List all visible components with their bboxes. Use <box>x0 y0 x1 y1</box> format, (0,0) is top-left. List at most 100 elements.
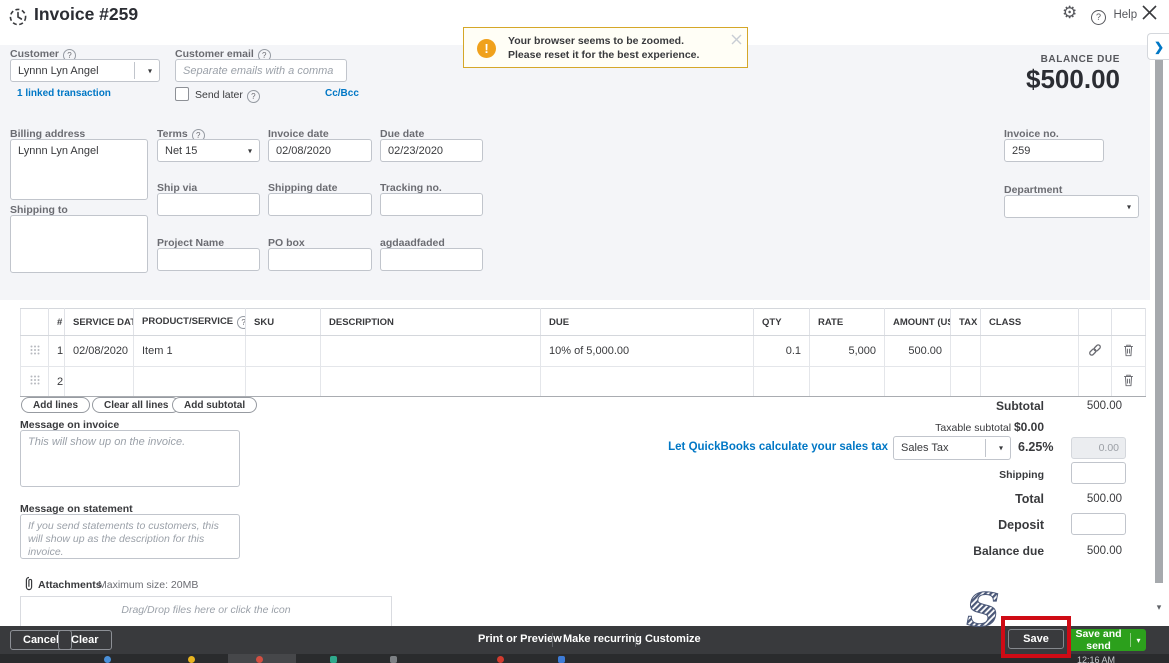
send-later-label: Send later? <box>195 89 260 103</box>
customize-button[interactable]: Customize <box>645 633 701 645</box>
banner-line1: Your browser seems to be zoomed. <box>508 35 685 47</box>
attachments-max-size: Maximum size: 20MB <box>98 579 199 591</box>
sales-tax-select[interactable]: Sales Tax ▾ <box>893 436 1011 460</box>
col-sku: SKU <box>245 308 321 336</box>
drag-handle-icon[interactable] <box>20 335 49 367</box>
delete-row-icon[interactable] <box>1111 366 1146 397</box>
shipping-input[interactable] <box>1071 462 1126 484</box>
cell-tax[interactable] <box>950 366 981 397</box>
drag-handle-icon[interactable] <box>20 366 49 397</box>
chevron-down-icon: ▾ <box>147 66 152 75</box>
cc-bcc-link[interactable]: Cc/Bcc <box>325 88 359 99</box>
scrollbar-down-arrow[interactable]: ▾ <box>1154 602 1164 613</box>
custom-field-input[interactable] <box>380 248 483 271</box>
cell-description[interactable] <box>320 366 541 397</box>
col-num: # <box>48 308 65 336</box>
tax-rate: 6.25% <box>1018 440 1054 454</box>
project-name-input[interactable] <box>157 248 260 271</box>
ship-via-input[interactable] <box>157 193 260 216</box>
save-and-send-button[interactable]: Save and send ▾ <box>1067 628 1146 652</box>
footer-divider <box>552 633 553 647</box>
col-description: DESCRIPTION <box>320 308 541 336</box>
table-row: 2 <box>20 366 1146 397</box>
footer-divider <box>635 633 636 647</box>
sales-tax-link[interactable]: Let QuickBooks calculate your sales tax <box>668 441 888 453</box>
help-icon[interactable]: ? <box>237 315 245 329</box>
close-icon[interactable] <box>1141 4 1158 26</box>
print-preview-button[interactable]: Print or Preview <box>478 633 562 645</box>
table-row: 1 02/08/2020 Item 1 10% of 5,000.00 0.1 … <box>20 335 1146 367</box>
shipping-label: Shipping <box>999 469 1044 481</box>
cell-amount[interactable] <box>884 366 951 397</box>
cell-due[interactable]: 10% of 5,000.00 <box>540 335 754 367</box>
attachments-dropzone[interactable]: Drag/Drop files here or click the icon <box>20 596 392 630</box>
expand-panel-button[interactable]: ❯ <box>1147 33 1169 60</box>
cell-service-date[interactable]: 02/08/2020 <box>64 335 134 367</box>
link-transaction-icon[interactable] <box>1078 335 1112 367</box>
customer-select[interactable]: Lynnn Lyn Angel ▾ <box>10 59 160 82</box>
help-button[interactable]: ? Help <box>1091 7 1137 25</box>
cell-description[interactable] <box>320 335 541 367</box>
deposit-input[interactable] <box>1071 513 1126 535</box>
cell-qty[interactable]: 0.1 <box>753 335 810 367</box>
terms-select[interactable]: Net 15 ▾ <box>157 139 260 162</box>
help-label: Help <box>1113 9 1138 21</box>
taskbar-app-icon[interactable] <box>497 656 504 663</box>
cell-due[interactable] <box>540 366 754 397</box>
shipping-to-textarea[interactable] <box>10 215 148 273</box>
help-icon[interactable]: ? <box>246 90 260 103</box>
taskbar-app-icon[interactable] <box>104 656 111 663</box>
invoice-editor: Invoice #259 ⚙ ? Help ! Your browser see… <box>0 0 1169 663</box>
tracking-no-input[interactable] <box>380 193 483 216</box>
cell-rate[interactable]: 5,000 <box>809 335 885 367</box>
customer-email-input[interactable]: Separate emails with a comma <box>175 59 347 82</box>
cell-sku[interactable] <box>245 366 321 397</box>
cell-product[interactable] <box>133 366 246 397</box>
taskbar-app-icon[interactable] <box>558 656 565 663</box>
cell-tax[interactable] <box>950 335 981 367</box>
taskbar-app-icon[interactable] <box>188 656 195 663</box>
chevron-down-icon: ▾ <box>1126 202 1131 211</box>
cell-qty[interactable] <box>753 366 810 397</box>
cell-sku[interactable] <box>245 335 321 367</box>
subtotal-value: 500.00 <box>1086 400 1122 412</box>
cell-class[interactable] <box>980 335 1079 367</box>
annotation-cursor-mark: S <box>963 583 1005 641</box>
cell-rate[interactable] <box>809 366 885 397</box>
invoice-no-input[interactable]: 259 <box>1004 139 1104 162</box>
add-lines-button[interactable]: Add lines <box>21 397 91 413</box>
shipping-date-input[interactable] <box>268 193 372 216</box>
banner-close-icon[interactable] <box>731 32 742 50</box>
taskbar-app-icon[interactable] <box>390 656 397 663</box>
message-on-invoice-textarea[interactable]: This will show up on the invoice. <box>20 430 240 487</box>
send-later-checkbox[interactable] <box>175 87 189 101</box>
chevron-down-icon[interactable]: ▾ <box>1131 636 1146 645</box>
taskbar-app-icon[interactable] <box>330 656 337 663</box>
invoice-date-input[interactable]: 02/08/2020 <box>268 139 372 162</box>
make-recurring-button[interactable]: Make recurring <box>563 633 642 645</box>
scrollbar-thumb[interactable] <box>1155 58 1163 583</box>
message-on-statement-textarea[interactable]: If you send statements to customers, thi… <box>20 514 240 559</box>
due-date-input[interactable]: 02/23/2020 <box>380 139 483 162</box>
linked-transaction-link[interactable]: 1 linked transaction <box>17 88 111 99</box>
attachments-label: Attachments <box>38 579 102 591</box>
cell-class[interactable] <box>980 366 1079 397</box>
taskbar-active-app[interactable] <box>228 654 296 663</box>
clear-button[interactable]: Clear <box>58 630 112 650</box>
total-value: 500.00 <box>1086 493 1122 505</box>
line-items-table: # SERVICE DATE PRODUCT/SERVICE? SKU DESC… <box>20 308 1146 397</box>
cell-service-date[interactable] <box>64 366 134 397</box>
department-select[interactable]: ▾ <box>1004 195 1139 218</box>
po-box-input[interactable] <box>268 248 372 271</box>
clear-all-lines-button[interactable]: Clear all lines <box>92 397 181 413</box>
add-subtotal-button[interactable]: Add subtotal <box>172 397 258 413</box>
gear-icon[interactable]: ⚙ <box>1062 3 1077 23</box>
billing-address-textarea[interactable]: Lynnn Lyn Angel <box>10 139 148 200</box>
banner-line2: Please reset it for the best experience. <box>508 49 700 61</box>
delete-row-icon[interactable] <box>1111 335 1146 367</box>
history-icon[interactable] <box>8 7 28 32</box>
link-cell-empty <box>1078 366 1112 397</box>
cell-amount[interactable]: 500.00 <box>884 335 951 367</box>
balance-due-amount: $500.00 <box>1026 64 1120 94</box>
cell-product[interactable]: Item 1 <box>133 335 246 367</box>
